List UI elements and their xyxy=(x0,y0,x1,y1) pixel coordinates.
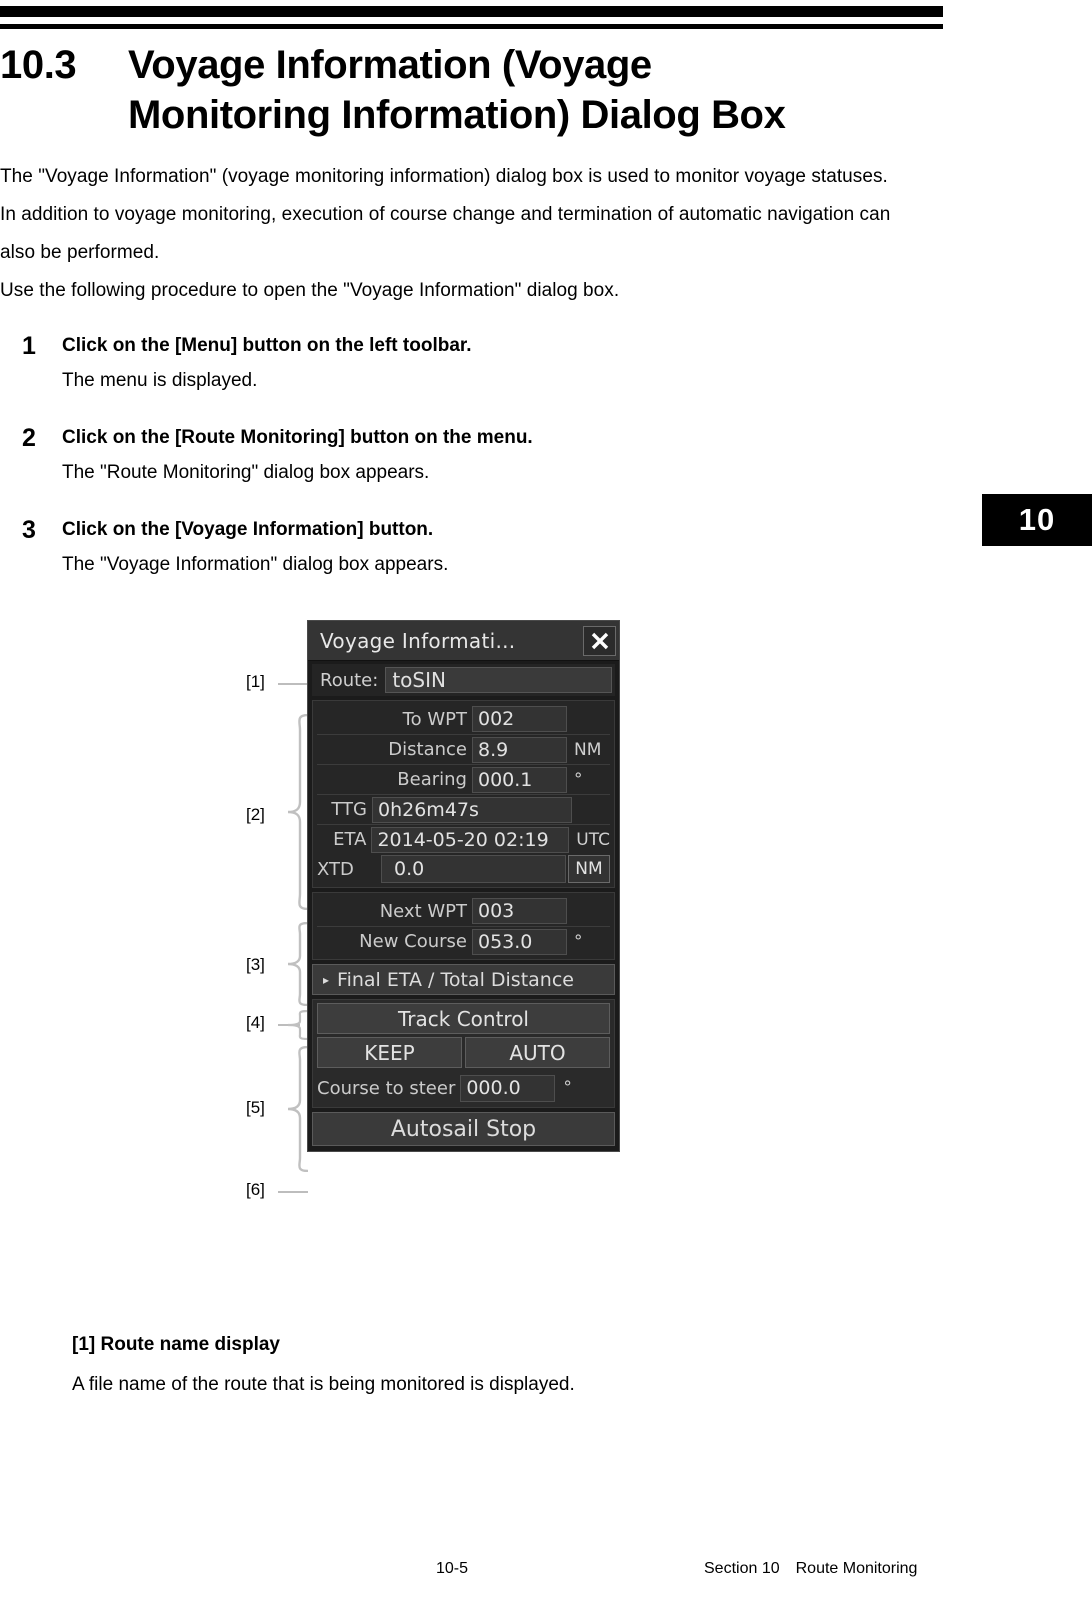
bearing-label: Bearing xyxy=(397,769,467,790)
intro-paragraph-3: Use the following procedure to open the … xyxy=(0,280,620,301)
dialog-body: Route: toSIN To WPT 002 Distance 8.9 NM xyxy=(308,661,619,1149)
track-control-group: Track Control KEEP AUTO Course to steer … xyxy=(312,999,615,1108)
ttg-row: TTG 0h26m47s xyxy=(317,794,610,824)
step-heading: Click on the [Route Monitoring] button o… xyxy=(62,427,533,448)
callout-3: [3] xyxy=(246,955,265,974)
keep-button[interactable]: KEEP xyxy=(317,1037,462,1068)
page-title-number: 10.3 xyxy=(0,43,77,87)
bearing-unit: ° xyxy=(574,769,583,790)
step-number: 1 xyxy=(22,332,36,360)
new-course-row: New Course 053.0 ° xyxy=(317,926,610,956)
track-control-mode-buttons: KEEP AUTO xyxy=(317,1037,610,1068)
voyage-information-dialog: Voyage Informati... Route: toSIN To WPT xyxy=(307,620,620,1152)
step-description: The "Voyage Information" dialog box appe… xyxy=(62,554,449,575)
explanation-heading: [1] Route name display xyxy=(72,1334,280,1355)
route-label: Route: xyxy=(320,669,379,691)
callout-4: [4] xyxy=(246,1013,265,1032)
step-item: 3 Click on the [Voyage Information] butt… xyxy=(0,516,918,584)
distance-value[interactable]: 8.9 xyxy=(472,736,567,763)
callout-1: [1] xyxy=(246,672,265,691)
next-wpt-value[interactable]: 003 xyxy=(472,898,567,924)
section-tab: 10 xyxy=(982,494,1092,546)
course-to-steer-value[interactable]: 000.0 xyxy=(460,1074,556,1102)
eta-row: ETA 2014-05-20 02:19 UTC xyxy=(317,824,610,854)
procedure-steps: 1 Click on the [Menu] button on the left… xyxy=(0,332,918,584)
route-name-row: Route: toSIN xyxy=(312,664,615,696)
step-item: 1 Click on the [Menu] button on the left… xyxy=(0,332,918,400)
distance-label: Distance xyxy=(388,739,467,760)
next-waypoint-group: Next WPT 003 New Course 053.0 ° xyxy=(312,892,615,960)
page-content: 10.3 Voyage Information (Voyage Monitori… xyxy=(0,40,918,608)
leader-line-1 xyxy=(278,683,308,685)
page-title-line2: Monitoring Information) Dialog Box xyxy=(128,93,786,137)
to-wpt-label: To WPT xyxy=(402,708,467,730)
step-description: The menu is displayed. xyxy=(62,370,258,391)
course-to-steer-row: Course to steer 000.0 ° xyxy=(317,1072,610,1104)
callout-6: [6] xyxy=(246,1180,265,1199)
page-title-text: Voyage Information (Voyage Monitoring In… xyxy=(128,40,918,140)
bearing-row: Bearing 000.1 ° xyxy=(317,764,610,794)
to-wpt-row: To WPT 002 xyxy=(317,704,610,734)
next-wpt-label: Next WPT xyxy=(379,900,467,922)
distance-row: Distance 8.9 NM xyxy=(317,734,610,764)
to-wpt-value[interactable]: 002 xyxy=(472,706,567,732)
page-footer: 10-5 Section 10 Route Monitoring xyxy=(0,1560,1092,1600)
dialog-titlebar: Voyage Informati... xyxy=(308,621,619,661)
new-course-value[interactable]: 053.0 xyxy=(472,928,567,955)
step-number: 2 xyxy=(22,424,36,452)
new-course-unit: ° xyxy=(574,931,583,952)
ttg-value[interactable]: 0h26m47s xyxy=(372,796,572,823)
auto-button[interactable]: AUTO xyxy=(465,1037,610,1068)
new-course-label: New Course xyxy=(359,931,467,952)
xtd-label: XTD xyxy=(317,858,354,880)
step-description: The "Route Monitoring" dialog box appear… xyxy=(62,462,430,483)
course-to-steer-label: Course to steer xyxy=(317,1077,456,1099)
xtd-row: XTD 0.0 NM xyxy=(317,854,610,884)
next-wpt-row: Next WPT 003 xyxy=(317,896,610,926)
footer-section-label: Section 10 Route Monitoring xyxy=(704,1560,918,1577)
track-control-button[interactable]: Track Control xyxy=(317,1003,610,1034)
bearing-value[interactable]: 000.1 xyxy=(472,766,567,793)
page-title-line1: Voyage Information (Voyage xyxy=(128,43,652,87)
leader-line-6 xyxy=(278,1191,308,1193)
intro-paragraph-1: The "Voyage Information" (voyage monitor… xyxy=(0,166,888,187)
manual-page: 10 10.3 Voyage Information (Voyage Monit… xyxy=(0,0,1092,1619)
eta-value[interactable]: 2014-05-20 02:19 xyxy=(371,826,570,853)
eta-label: ETA xyxy=(333,829,367,850)
course-to-steer-unit: ° xyxy=(563,1078,572,1098)
final-eta-total-distance-button[interactable]: ▸ Final ETA / Total Distance xyxy=(312,964,615,995)
step-item: 2 Click on the [Route Monitoring] button… xyxy=(0,424,918,492)
chevron-right-icon: ▸ xyxy=(323,972,330,987)
callout-2: [2] xyxy=(246,805,265,824)
final-eta-total-distance-label: Final ETA / Total Distance xyxy=(337,968,574,991)
step-number: 3 xyxy=(22,516,36,544)
xtd-value[interactable]: 0.0 xyxy=(381,855,566,883)
page-title: 10.3 Voyage Information (Voyage Monitori… xyxy=(0,40,918,140)
dialog-title: Voyage Informati... xyxy=(320,628,516,653)
route-name-display[interactable]: toSIN xyxy=(385,667,612,693)
step-heading: Click on the [Voyage Information] button… xyxy=(62,519,434,540)
ttg-label: TTG xyxy=(331,799,367,820)
distance-unit: NM xyxy=(574,739,602,760)
eta-unit: UTC xyxy=(576,829,610,850)
step-heading: Click on the [Menu] button on the left t… xyxy=(62,335,472,356)
autosail-stop-button[interactable]: Autosail Stop xyxy=(312,1112,615,1146)
header-rule-thick xyxy=(0,6,943,17)
explanation-block: [1] Route name display A file name of th… xyxy=(72,1330,932,1400)
voyage-monitoring-group: To WPT 002 Distance 8.9 NM Bearing 000.1… xyxy=(312,700,615,888)
close-icon[interactable] xyxy=(583,625,616,656)
header-rule-thin xyxy=(0,24,943,29)
explanation-body: A file name of the route that is being m… xyxy=(72,1374,575,1395)
intro-paragraph-2: In addition to voyage monitoring, execut… xyxy=(0,204,891,263)
callout-5: [5] xyxy=(246,1098,265,1117)
xtd-unit-button[interactable]: NM xyxy=(568,855,610,883)
page-number: 10-5 xyxy=(436,1560,469,1577)
